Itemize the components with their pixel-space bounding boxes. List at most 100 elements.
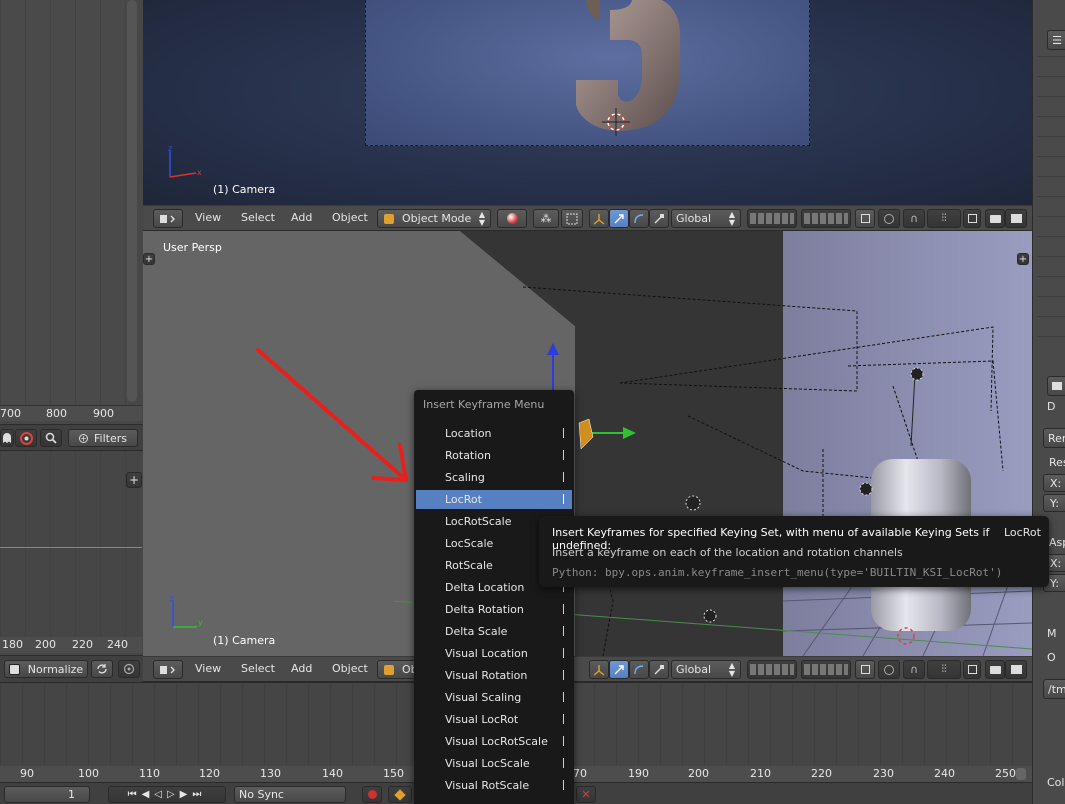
layer-lock-icon[interactable] xyxy=(855,209,875,228)
menu-item-label: Location xyxy=(445,427,492,440)
rotate-icon[interactable] xyxy=(629,209,649,228)
menu-item-scaling[interactable]: Scaling xyxy=(416,468,572,487)
properties-icon[interactable] xyxy=(1047,376,1065,396)
menu-item-label: Delta Rotation xyxy=(445,603,524,616)
orientation-dropdown[interactable]: Global ▲ ▼ xyxy=(671,209,741,228)
separator-mark xyxy=(563,604,564,614)
camera-icon[interactable] xyxy=(985,660,1005,679)
menu-item-delta-scale[interactable]: Delta Scale xyxy=(416,622,572,641)
render-preview-icon[interactable] xyxy=(963,660,981,679)
add-menu[interactable]: Add xyxy=(291,662,312,675)
sync-mode-dropdown[interactable]: No Sync xyxy=(234,786,346,803)
panel-label[interactable]: O xyxy=(1047,651,1056,664)
normalize-toggle[interactable]: Normalize xyxy=(4,660,88,678)
camera-icon[interactable] xyxy=(985,209,1005,228)
outliner-icon[interactable]: ☰ xyxy=(1047,30,1065,50)
translate-icon[interactable] xyxy=(609,209,629,228)
editor-type-icon[interactable] xyxy=(153,660,183,679)
left-graph-lower[interactable] xyxy=(0,450,143,638)
render-button[interactable]: Ren xyxy=(1043,428,1065,448)
frame-label: 210 xyxy=(750,767,771,780)
filters-button[interactable]: + Filters xyxy=(68,429,138,447)
current-frame-field[interactable]: 1 xyxy=(4,786,90,803)
updown-icon: ▲ ▼ xyxy=(728,209,735,227)
camera-name-label: (1) Camera xyxy=(213,634,276,647)
field-label: Y: xyxy=(1050,496,1059,510)
snap-element-dropdown[interactable]: ⫶⫶ xyxy=(927,660,961,679)
lifebuoy-icon[interactable] xyxy=(15,429,37,447)
clapper-icon[interactable] xyxy=(1005,209,1027,228)
pivot-dropdown[interactable]: ⁂ xyxy=(533,209,559,228)
proportional-icon[interactable] xyxy=(878,660,900,679)
left-scrollbar[interactable] xyxy=(127,0,137,402)
rotate-icon[interactable] xyxy=(629,660,649,679)
axis-gizmo-icon: z x xyxy=(168,145,202,178)
shading-dropdown[interactable] xyxy=(497,209,527,228)
add-panel-icon[interactable]: + xyxy=(126,472,142,488)
properties-toggle-icon[interactable]: + xyxy=(1017,253,1029,265)
object-menu[interactable]: Object xyxy=(332,211,368,224)
layer-lock-icon[interactable] xyxy=(855,660,875,679)
ghost-icon[interactable] xyxy=(0,429,14,447)
toolshelf-toggle-icon[interactable]: + xyxy=(143,253,155,265)
menu-item-location[interactable]: Location xyxy=(416,424,572,443)
translate-icon[interactable] xyxy=(609,660,629,679)
menu-item-visual-locrotscale[interactable]: Visual LocRotScale xyxy=(416,732,572,751)
add-menu[interactable]: Add xyxy=(291,211,312,224)
menu-item-visual-location[interactable]: Visual Location xyxy=(416,644,572,663)
manipulator-icon[interactable] xyxy=(561,209,583,228)
scale-icon[interactable] xyxy=(649,660,669,679)
editor-type-icon[interactable] xyxy=(153,209,183,228)
menu-item-visual-locscale[interactable]: Visual LocScale xyxy=(416,754,572,773)
object-mode-dropdown[interactable]: Object Mode ▲ ▼ xyxy=(377,209,491,228)
sync-mode-label: No Sync xyxy=(239,788,284,801)
proportional-edit-icon[interactable] xyxy=(118,660,140,678)
delete-keyframe-icon[interactable]: ✕ xyxy=(576,786,596,803)
resolution-x-field[interactable]: X: xyxy=(1043,474,1065,492)
render-preview-icon[interactable] xyxy=(963,209,981,228)
panel-label[interactable]: M xyxy=(1047,627,1057,640)
orientation-dropdown[interactable]: Global ▲ ▼ xyxy=(671,660,741,679)
menu-item-rotation[interactable]: Rotation xyxy=(416,446,572,465)
left-graph-area[interactable] xyxy=(0,0,128,406)
snap-icon[interactable]: ∩ xyxy=(903,660,925,679)
output-path-field[interactable]: /tm xyxy=(1043,679,1065,699)
snap-element-dropdown[interactable]: ⫶⫶ xyxy=(927,209,961,228)
frame-label: 240 xyxy=(934,767,955,780)
search-icon[interactable] xyxy=(40,429,62,447)
transform-axes-icon[interactable] xyxy=(589,209,609,228)
layers-group-a[interactable] xyxy=(747,209,797,228)
tooltip-value: LocRot xyxy=(1004,526,1041,539)
layers-group-b[interactable] xyxy=(801,660,851,679)
view-menu[interactable]: View xyxy=(195,662,221,675)
ruler-label: 700 xyxy=(0,407,21,420)
3d-cursor-icon[interactable] xyxy=(600,106,632,138)
menu-item-visual-rotscale[interactable]: Visual RotScale xyxy=(416,776,572,795)
outliner-tree[interactable] xyxy=(1037,56,1065,356)
menu-item-visual-locrot[interactable]: Visual LocRot xyxy=(416,710,572,729)
scale-icon[interactable] xyxy=(649,209,669,228)
layers-group-a[interactable] xyxy=(747,660,797,679)
transform-axes-icon[interactable] xyxy=(589,660,609,679)
menu-item-locrot[interactable]: LocRot xyxy=(416,490,572,509)
camera-shape-icon xyxy=(989,665,1001,674)
select-menu[interactable]: Select xyxy=(241,662,275,675)
snap-icon[interactable]: ∩ xyxy=(903,209,925,228)
view-menu[interactable]: View xyxy=(195,211,221,224)
menu-item-visual-scaling[interactable]: Visual Scaling xyxy=(416,688,572,707)
normalize-label: Normalize xyxy=(27,662,84,676)
menu-item-visual-rotation[interactable]: Visual Rotation xyxy=(416,666,572,685)
timeline-scrollbar[interactable] xyxy=(1016,768,1026,780)
proportional-icon[interactable] xyxy=(878,209,900,228)
playback-controls[interactable]: ⏮◀◁▷▶⏭ xyxy=(108,786,226,803)
clapper-icon[interactable] xyxy=(1005,660,1027,679)
resolution-y-field[interactable]: Y: xyxy=(1043,494,1065,512)
object-menu[interactable]: Object xyxy=(332,662,368,675)
layers-group-b[interactable] xyxy=(801,209,851,228)
menu-item-label: Delta Location xyxy=(445,581,525,594)
refresh-icon[interactable] xyxy=(91,660,113,678)
menu-item-delta-rotation[interactable]: Delta Rotation xyxy=(416,600,572,619)
record-icon[interactable] xyxy=(362,786,382,803)
select-menu[interactable]: Select xyxy=(241,211,275,224)
keyframe-type-icon[interactable] xyxy=(388,786,412,803)
